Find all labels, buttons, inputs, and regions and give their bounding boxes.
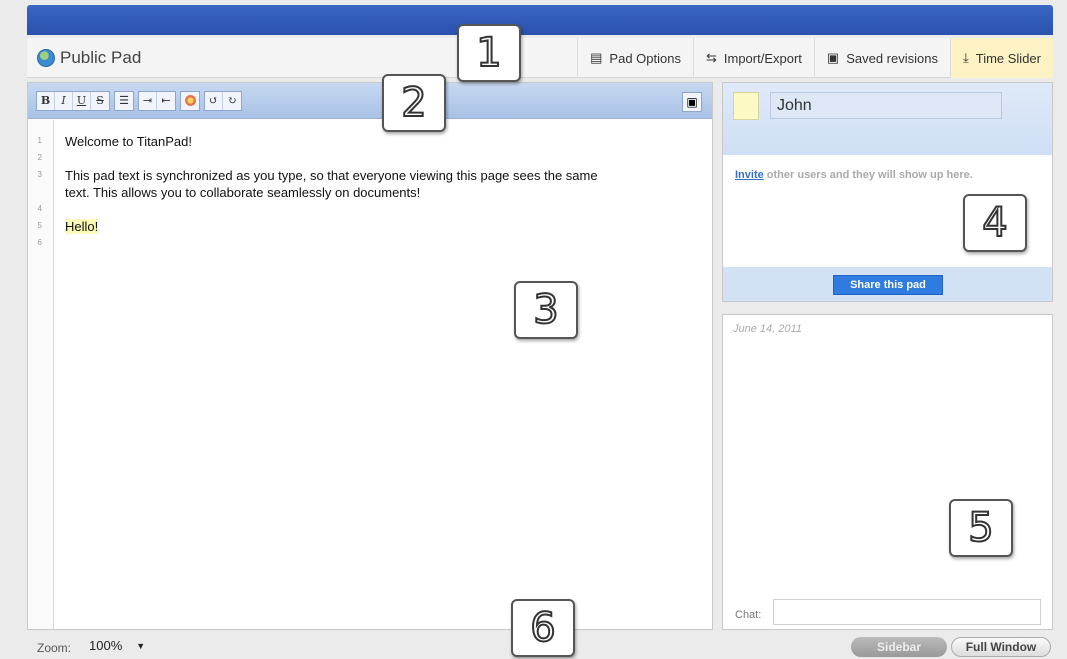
zoom-select[interactable]: 100% ▼ [89,638,145,653]
line-number: 5 [37,221,42,230]
callout-1: 1 [457,24,521,82]
save-icon: ▣ [826,50,840,65]
full-window-button[interactable]: Full Window [951,637,1051,657]
share-strip: Share this pad [723,267,1052,301]
line-number: 3 [37,170,42,179]
callout-4: 4 [963,194,1027,252]
username-input[interactable] [770,92,1002,119]
line-number: 1 [37,136,42,145]
line-number-gutter: 1 2 3 4 5 6 [28,120,54,629]
pad-title: Public Pad [37,48,141,68]
swap-arrows-icon: ⇆ [705,50,717,65]
top-menu: ▤ Pad Options ⇆ Import/Export ▣ Saved re… [577,38,1053,78]
callout-3: 3 [514,281,578,339]
text-line: text. This allows you to collaborate sea… [65,185,421,200]
users-panel: Invite other users and they will show up… [722,82,1053,302]
chat-label: Chat: [735,609,762,621]
pad-options-button[interactable]: ▤ Pad Options [577,38,693,78]
strikethrough-button[interactable]: S [91,92,109,110]
zoom-value: 100% [89,638,123,653]
callout-2: 2 [382,74,446,132]
undo-icon[interactable]: ↺ [205,91,223,110]
callout-5: 5 [949,499,1013,557]
time-slider-label: Time Slider [975,50,1041,66]
sidebar-toggle-button[interactable]: Sidebar [851,637,947,657]
saved-revisions-button[interactable]: ▣ Saved revisions [813,38,950,78]
pad-options-label: Pad Options [609,50,681,66]
chat-input[interactable] [773,599,1041,625]
italic-button[interactable]: I [55,91,73,110]
app-window: Public Pad ▤ Pad Options ⇆ Import/Export… [0,0,1067,659]
user-color-swatch[interactable] [733,92,759,120]
text-line: Welcome to TitanPad! [65,134,192,149]
line-number: 4 [37,204,42,213]
color-group [180,90,200,111]
dropdown-arrow-icon: ▼ [136,641,146,651]
share-pad-button[interactable]: Share this pad [833,275,943,295]
invite-link[interactable]: Invite [735,169,764,181]
underline-button[interactable]: U [73,91,91,110]
import-export-button[interactable]: ⇆ Import/Export [692,38,814,78]
zoom-label: Zoom: [37,641,72,655]
chat-date: June 14, 2011 [733,323,802,335]
bold-button[interactable]: B [37,91,55,110]
top-bar [27,5,1053,35]
import-export-label: Import/Export [723,50,802,66]
saved-revisions-label: Saved revisions [846,50,938,66]
time-slider-icon: ⤓ [962,50,969,65]
list-group: ☰ [114,90,134,111]
title-bar: Public Pad ▤ Pad Options ⇆ Import/Export… [27,38,1053,78]
indent-group: ⇥ ⇤ [138,90,176,111]
clear-authorship-icon[interactable] [181,92,199,110]
bulleted-list-icon[interactable]: ☰ [115,92,133,110]
chat-panel: June 14, 2011 Chat: [722,314,1053,630]
pad-text[interactable]: Welcome to TitanPad! This pad text is sy… [65,133,695,235]
globe-icon [37,49,55,67]
pad-title-text: Public Pad [60,48,142,67]
history-group: ↺ ↻ [204,90,242,111]
document-icon: ▤ [590,50,603,65]
line-number: 2 [37,153,42,162]
indent-icon[interactable]: ⇥ [139,91,157,110]
editor-panel[interactable]: B I U S ☰ ⇥ ⇤ ↺ ↻ ▣ 1 2 3 4 5 6 Welcome … [27,82,713,630]
invite-message: Invite other users and they will show up… [735,169,973,181]
callout-6: 6 [511,599,575,657]
save-revision-icon[interactable]: ▣ [682,92,702,112]
text-format-group: B I U S [36,90,110,111]
time-slider-button[interactable]: ⤓ Time Slider [949,38,1053,78]
my-user-row [723,83,1052,155]
text-line: This pad text is synchronized as you typ… [65,168,598,183]
editor-toolbar: B I U S ☰ ⇥ ⇤ ↺ ↻ ▣ [28,83,712,119]
invite-text: other users and they will show up here. [763,169,973,181]
outdent-icon[interactable]: ⇤ [157,92,175,110]
line-number: 6 [37,238,42,247]
text-line-highlighted: Hello! [65,219,99,234]
redo-icon[interactable]: ↻ [223,92,241,110]
